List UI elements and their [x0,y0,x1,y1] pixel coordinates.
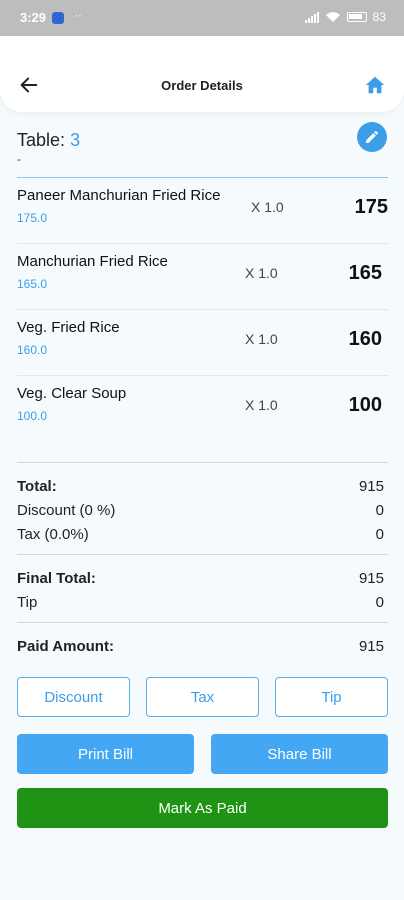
table-number: 3 [70,130,81,150]
status-bar: 3:29 ·· 83 [0,0,404,36]
share-bill-button[interactable]: Share Bill [211,734,388,774]
item-total: 160 [348,328,382,350]
edit-button[interactable] [357,122,387,152]
tax-row: Tax (0.0%) 0 [17,526,384,543]
item-quantity: X 1.0 [245,331,278,347]
item-total: 175 [354,196,388,218]
pencil-icon [366,130,379,143]
summary-divider [17,462,388,463]
item-name: Veg. Fried Rice [17,319,120,336]
battery-icon [346,12,367,22]
discount-value: 0 [375,502,384,519]
table-label: Table: [17,130,66,150]
mark-as-paid-button[interactable]: Mark As Paid [17,788,388,828]
list-item: Manchurian Fried Rice 165.0 X 1.0 165 [0,244,404,310]
print-bill-button[interactable]: Print Bill [17,734,194,774]
paid-amount-row: Paid Amount: 915 [17,638,384,655]
item-name: Veg. Clear Soup [17,385,127,402]
item-total: 100 [348,394,382,416]
tip-label: Tip [17,594,38,611]
item-price: 160.0 [17,343,48,357]
tax-button[interactable]: Tax [146,677,259,717]
item-quantity: X 1.0 [251,199,284,215]
app-header: Order Details [0,36,404,112]
tip-row: Tip 0 [17,594,384,611]
paid-amount-label: Paid Amount: [17,638,114,655]
total-label: Total: [17,478,57,495]
tax-value: 0 [375,526,384,543]
list-item: Veg. Clear Soup 100.0 X 1.0 100 [0,376,404,442]
item-name: Paneer Manchurian Fried Rice [17,187,221,204]
battery-level: 83 [372,10,386,24]
discount-button[interactable]: Discount [17,677,130,717]
final-total-label: Final Total: [17,570,96,587]
summary-divider [17,622,388,623]
home-icon[interactable] [364,74,386,96]
page-title: Order Details [161,78,243,93]
list-item: Paneer Manchurian Fried Rice 175.0 X 1.0… [0,178,404,244]
discount-label: Discount (0 %) [17,502,116,519]
item-total: 165 [348,262,382,284]
order-items-list[interactable]: Paneer Manchurian Fried Rice 175.0 X 1.0… [0,178,404,458]
discount-row: Discount (0 %) 0 [17,502,384,519]
item-price: 100.0 [17,409,48,423]
wifi-icon [325,12,340,22]
status-icons: 83 [304,10,386,24]
tip-value: 0 [375,594,384,611]
tax-label: Tax (0.0%) [17,526,89,543]
final-total-row: Final Total: 915 [17,570,384,587]
list-item: Veg. Fried Rice 160.0 X 1.0 160 [0,310,404,376]
item-quantity: X 1.0 [245,265,278,281]
final-total-value: 915 [358,570,384,587]
status-time: 3:29 [20,10,47,25]
tip-button[interactable]: Tip [275,677,388,717]
notification-app-icon [52,12,64,24]
total-value: 915 [358,478,384,495]
table-subtext: - [17,152,21,166]
more-notifications-icon: ·· [74,8,82,22]
summary-divider [17,554,388,555]
item-name: Manchurian Fried Rice [17,253,168,270]
item-price: 165.0 [17,277,48,291]
signal-icon [304,11,319,23]
table-heading: Table: 3 [17,130,80,151]
item-price: 175.0 [17,211,48,225]
paid-amount-value: 915 [358,638,384,655]
total-row: Total: 915 [17,478,384,495]
item-quantity: X 1.0 [245,397,278,413]
